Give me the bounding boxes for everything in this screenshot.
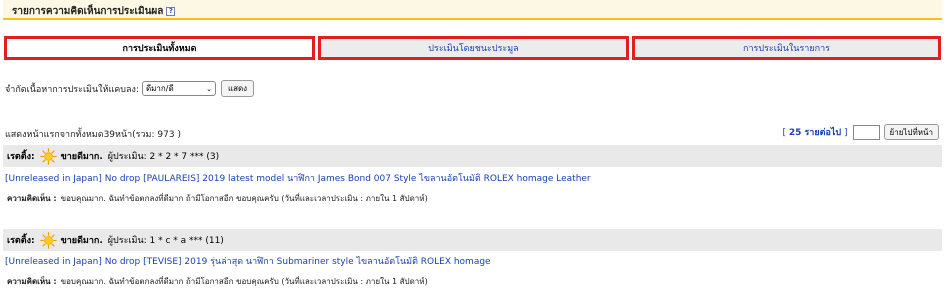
filter-select[interactable]: ดีมาก/ดี ⌄ (141, 81, 216, 96)
summary-total: 973 (157, 130, 175, 140)
tab-listing-reviews[interactable]: การประเมินในรายการ (632, 36, 941, 60)
sun-icon (39, 231, 57, 249)
show-button[interactable]: แสดง (220, 80, 255, 97)
tab-label: การประเมินในรายการ (743, 44, 830, 54)
comment-text: ขอบคุณมาก. ฉันทำข้อตกลงที่ดีมาก ถ้ามีโอก… (60, 194, 428, 203)
page-number-input[interactable] (852, 124, 880, 140)
comment-label: ความคิดเห็น : (7, 194, 57, 203)
tab-label: ประเมินโดยชนะประมูล (428, 44, 519, 54)
page-title: รายการความคิดเห็นการประเมินผล? (12, 4, 176, 19)
filter-selected-value: ดีมาก/ดี (145, 84, 174, 93)
review-comment: ความคิดเห็น : ขอบคุณมาก. ฉันทำข้อตกลงที่ด… (7, 275, 428, 288)
rating-text: ขายดีมาก. (60, 236, 103, 246)
summary-suffix: ) (174, 130, 181, 140)
rating-text: ขายดีมาก. (60, 152, 103, 162)
rating-label: เรตติ้ง: (7, 152, 35, 162)
page-header: รายการความคิดเห็นการประเมินผล? (3, 0, 942, 20)
help-icon[interactable]: ? (166, 6, 176, 16)
per-page-count: 25 (788, 128, 802, 138)
tab-all-reviews[interactable]: การประเมินทั้งหมด (4, 36, 315, 60)
pager: [ 25 รายต่อไป ] ย้ายไปที่หน้า (782, 124, 939, 140)
chevron-down-icon: ⌄ (206, 84, 212, 93)
per-page-link-wrap: [ 25 รายต่อไป ] (782, 125, 847, 139)
review-header: เรตติ้ง: ขายดีมาก. ผู้ประเมิน: 2 * 2 * 7… (3, 145, 942, 167)
review-header: เรตติ้ง: ขายดีมาก. ผู้ประเมิน: 1 * c * a… (3, 229, 942, 251)
per-page-link[interactable]: 25 รายต่อไป (789, 128, 841, 138)
tab-label: การประเมินทั้งหมด (122, 44, 197, 54)
filter-row: จำกัดเนื้อหาการประเมินให้แคบลง: ดีมาก/ดี… (5, 80, 255, 97)
tab-won-auction-reviews[interactable]: ประเมินโดยชนะประมูล (318, 36, 629, 60)
reviewer-info: ผู้ประเมิน: 1 * c * a *** (11) (107, 236, 224, 246)
sun-icon (39, 147, 57, 165)
filter-label: จำกัดเนื้อหาการประเมินให้แคบลง: (5, 84, 139, 95)
per-page-label: รายต่อไป (801, 128, 842, 138)
per-page-bracket-close: ] (841, 128, 848, 138)
rating-label: เรตติ้ง: (7, 236, 35, 246)
item-link[interactable]: [Unreleased in Japan] No drop [TEVISE] 2… (5, 254, 491, 268)
go-to-page-button[interactable]: ย้ายไปที่หน้า (883, 124, 939, 140)
review-comment: ความคิดเห็น : ขอบคุณมาก. ฉันทำข้อตกลงที่ด… (7, 192, 428, 205)
page-title-text: รายการความคิดเห็นการประเมินผล (12, 6, 164, 17)
comment-label: ความคิดเห็น : (7, 277, 57, 286)
summary-prefix: แสดงหน้าแรกจากทั้งหมด39หน้า(รวม: (5, 130, 158, 140)
results-summary: แสดงหน้าแรกจากทั้งหมด39หน้า(รวม: 973 ) (5, 127, 181, 141)
item-link[interactable]: [Unreleased in Japan] No drop [PAULAREIS… (5, 171, 591, 185)
comment-text: ขอบคุณมาก. ฉันทำข้อตกลงที่ดีมาก ถ้ามีโอก… (60, 277, 428, 286)
reviewer-info: ผู้ประเมิน: 2 * 2 * 7 *** (3) (107, 152, 220, 162)
